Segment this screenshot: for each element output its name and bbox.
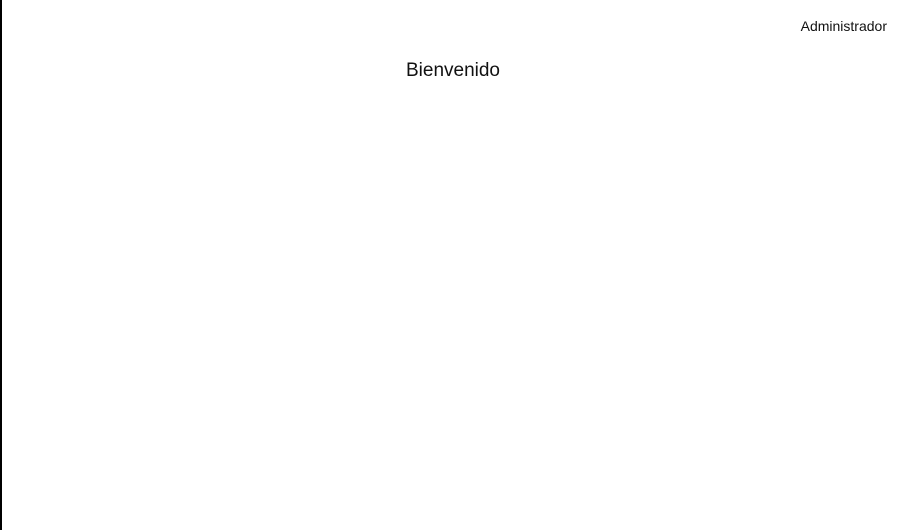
main-content: Bienvenido	[2, 52, 904, 530]
page-title: Bienvenido	[405, 60, 501, 81]
user-menu-label[interactable]: Administrador	[801, 17, 887, 35]
top-header: Administrador	[2, 0, 904, 52]
